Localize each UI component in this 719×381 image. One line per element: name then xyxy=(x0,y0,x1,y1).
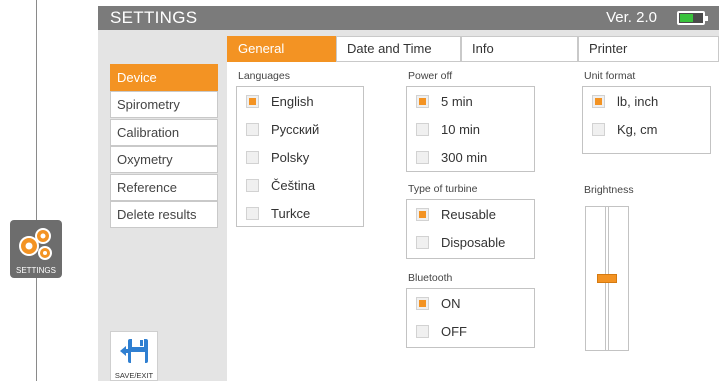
checkbox[interactable] xyxy=(416,122,429,136)
language-option-cestina[interactable]: Čeština xyxy=(246,176,315,194)
checkbox[interactable] xyxy=(246,206,259,220)
settings-menu: Device Spirometry Calibration Oxymetry R… xyxy=(110,64,218,228)
battery-fill xyxy=(680,14,693,22)
checkbox[interactable] xyxy=(416,296,429,310)
tab-bar: General Date and Time Info Printer xyxy=(227,36,719,62)
option-label: Kg, cm xyxy=(617,121,658,137)
menu-item-delete-results[interactable]: Delete results xyxy=(110,200,218,228)
menu-item-device[interactable]: Device xyxy=(110,64,218,91)
option-label: ON xyxy=(441,295,461,311)
checkbox[interactable] xyxy=(246,94,259,108)
checkbox[interactable] xyxy=(246,122,259,136)
power-off-option-10min[interactable]: 10 min xyxy=(416,120,480,138)
language-option-english[interactable]: English xyxy=(246,92,314,110)
option-label: OFF xyxy=(441,323,467,339)
battery-tip xyxy=(705,16,708,21)
title-bar: SETTINGS Ver. 2.0 xyxy=(98,6,719,30)
save-exit-button[interactable]: SAVE/EXIT xyxy=(110,331,158,381)
menu-item-calibration[interactable]: Calibration xyxy=(110,118,218,146)
language-option-russian[interactable]: Русский xyxy=(246,120,319,138)
power-off-group: 5 min 10 min 300 min xyxy=(406,86,535,172)
battery-icon xyxy=(677,11,708,25)
language-option-turkce[interactable]: Turkce xyxy=(246,204,310,222)
option-label: Polsky xyxy=(271,149,310,165)
checkbox[interactable] xyxy=(416,150,429,164)
settings-panel: General Date and Time Info Printer Langu… xyxy=(227,36,719,381)
checkbox[interactable] xyxy=(592,94,605,108)
settings-launcher[interactable]: SETTINGS xyxy=(10,220,62,278)
unit-option-kg-cm[interactable]: Kg, cm xyxy=(592,120,657,138)
checkbox[interactable] xyxy=(416,324,429,338)
checkbox[interactable] xyxy=(592,122,605,136)
power-off-label: Power off xyxy=(408,70,453,82)
brightness-handle[interactable] xyxy=(597,274,617,283)
checkbox[interactable] xyxy=(416,207,429,221)
turbine-label: Type of turbine xyxy=(408,183,478,195)
menu-item-spirometry[interactable]: Spirometry xyxy=(110,91,218,119)
bluetooth-group: ON OFF xyxy=(406,288,535,348)
brightness-slider[interactable] xyxy=(585,206,629,351)
unit-format-group: lb, inch Kg, cm xyxy=(582,86,711,154)
option-label: 5 min xyxy=(441,93,473,109)
turbine-option-reusable[interactable]: Reusable xyxy=(416,205,496,223)
bluetooth-label: Bluetooth xyxy=(408,272,453,284)
language-option-polsky[interactable]: Polsky xyxy=(246,148,309,166)
option-label: Čeština xyxy=(271,177,316,193)
tab-general[interactable]: General xyxy=(227,36,336,62)
brightness-label: Brightness xyxy=(584,184,634,196)
left-divider-line xyxy=(36,0,37,381)
option-label: Русский xyxy=(271,121,320,137)
checkbox[interactable] xyxy=(246,150,259,164)
tab-info[interactable]: Info xyxy=(461,36,578,62)
languages-group: English Русский Polsky Čeština Turkce xyxy=(236,86,364,227)
turbine-group: Reusable Disposable xyxy=(406,199,535,259)
option-label: 10 min xyxy=(441,121,481,137)
option-label: Reusable xyxy=(441,206,496,222)
tab-printer[interactable]: Printer xyxy=(578,36,719,62)
launcher-caption: SETTINGS xyxy=(15,266,56,275)
checkbox[interactable] xyxy=(246,178,259,192)
option-label: English xyxy=(271,93,314,109)
menu-item-reference[interactable]: Reference xyxy=(110,173,218,201)
option-label: Turkce xyxy=(271,205,311,221)
tab-date-and-time[interactable]: Date and Time xyxy=(336,36,461,62)
power-off-option-5min[interactable]: 5 min xyxy=(416,92,473,110)
gears-icon xyxy=(19,228,52,260)
settings-window: SETTINGS Ver. 2.0 Device Spirometry Cali… xyxy=(98,6,719,381)
floppy-disk-icon xyxy=(120,339,148,363)
option-label: 300 min xyxy=(441,149,488,165)
unit-format-label: Unit format xyxy=(584,70,636,82)
checkbox[interactable] xyxy=(416,235,429,249)
option-label: Disposable xyxy=(441,234,506,250)
languages-label: Languages xyxy=(238,70,290,82)
power-off-option-300min[interactable]: 300 min xyxy=(416,148,487,166)
unit-option-lb-inch[interactable]: lb, inch xyxy=(592,92,658,110)
checkbox[interactable] xyxy=(416,94,429,108)
save-exit-label: SAVE/EXIT xyxy=(114,371,154,380)
window-title: SETTINGS xyxy=(110,8,198,27)
menu-item-oxymetry[interactable]: Oxymetry xyxy=(110,146,218,174)
bluetooth-option-on[interactable]: ON xyxy=(416,294,461,312)
version-label: Ver. 2.0 xyxy=(606,9,657,26)
turbine-option-disposable[interactable]: Disposable xyxy=(416,233,505,251)
option-label: lb, inch xyxy=(617,93,659,109)
bluetooth-option-off[interactable]: OFF xyxy=(416,322,467,340)
